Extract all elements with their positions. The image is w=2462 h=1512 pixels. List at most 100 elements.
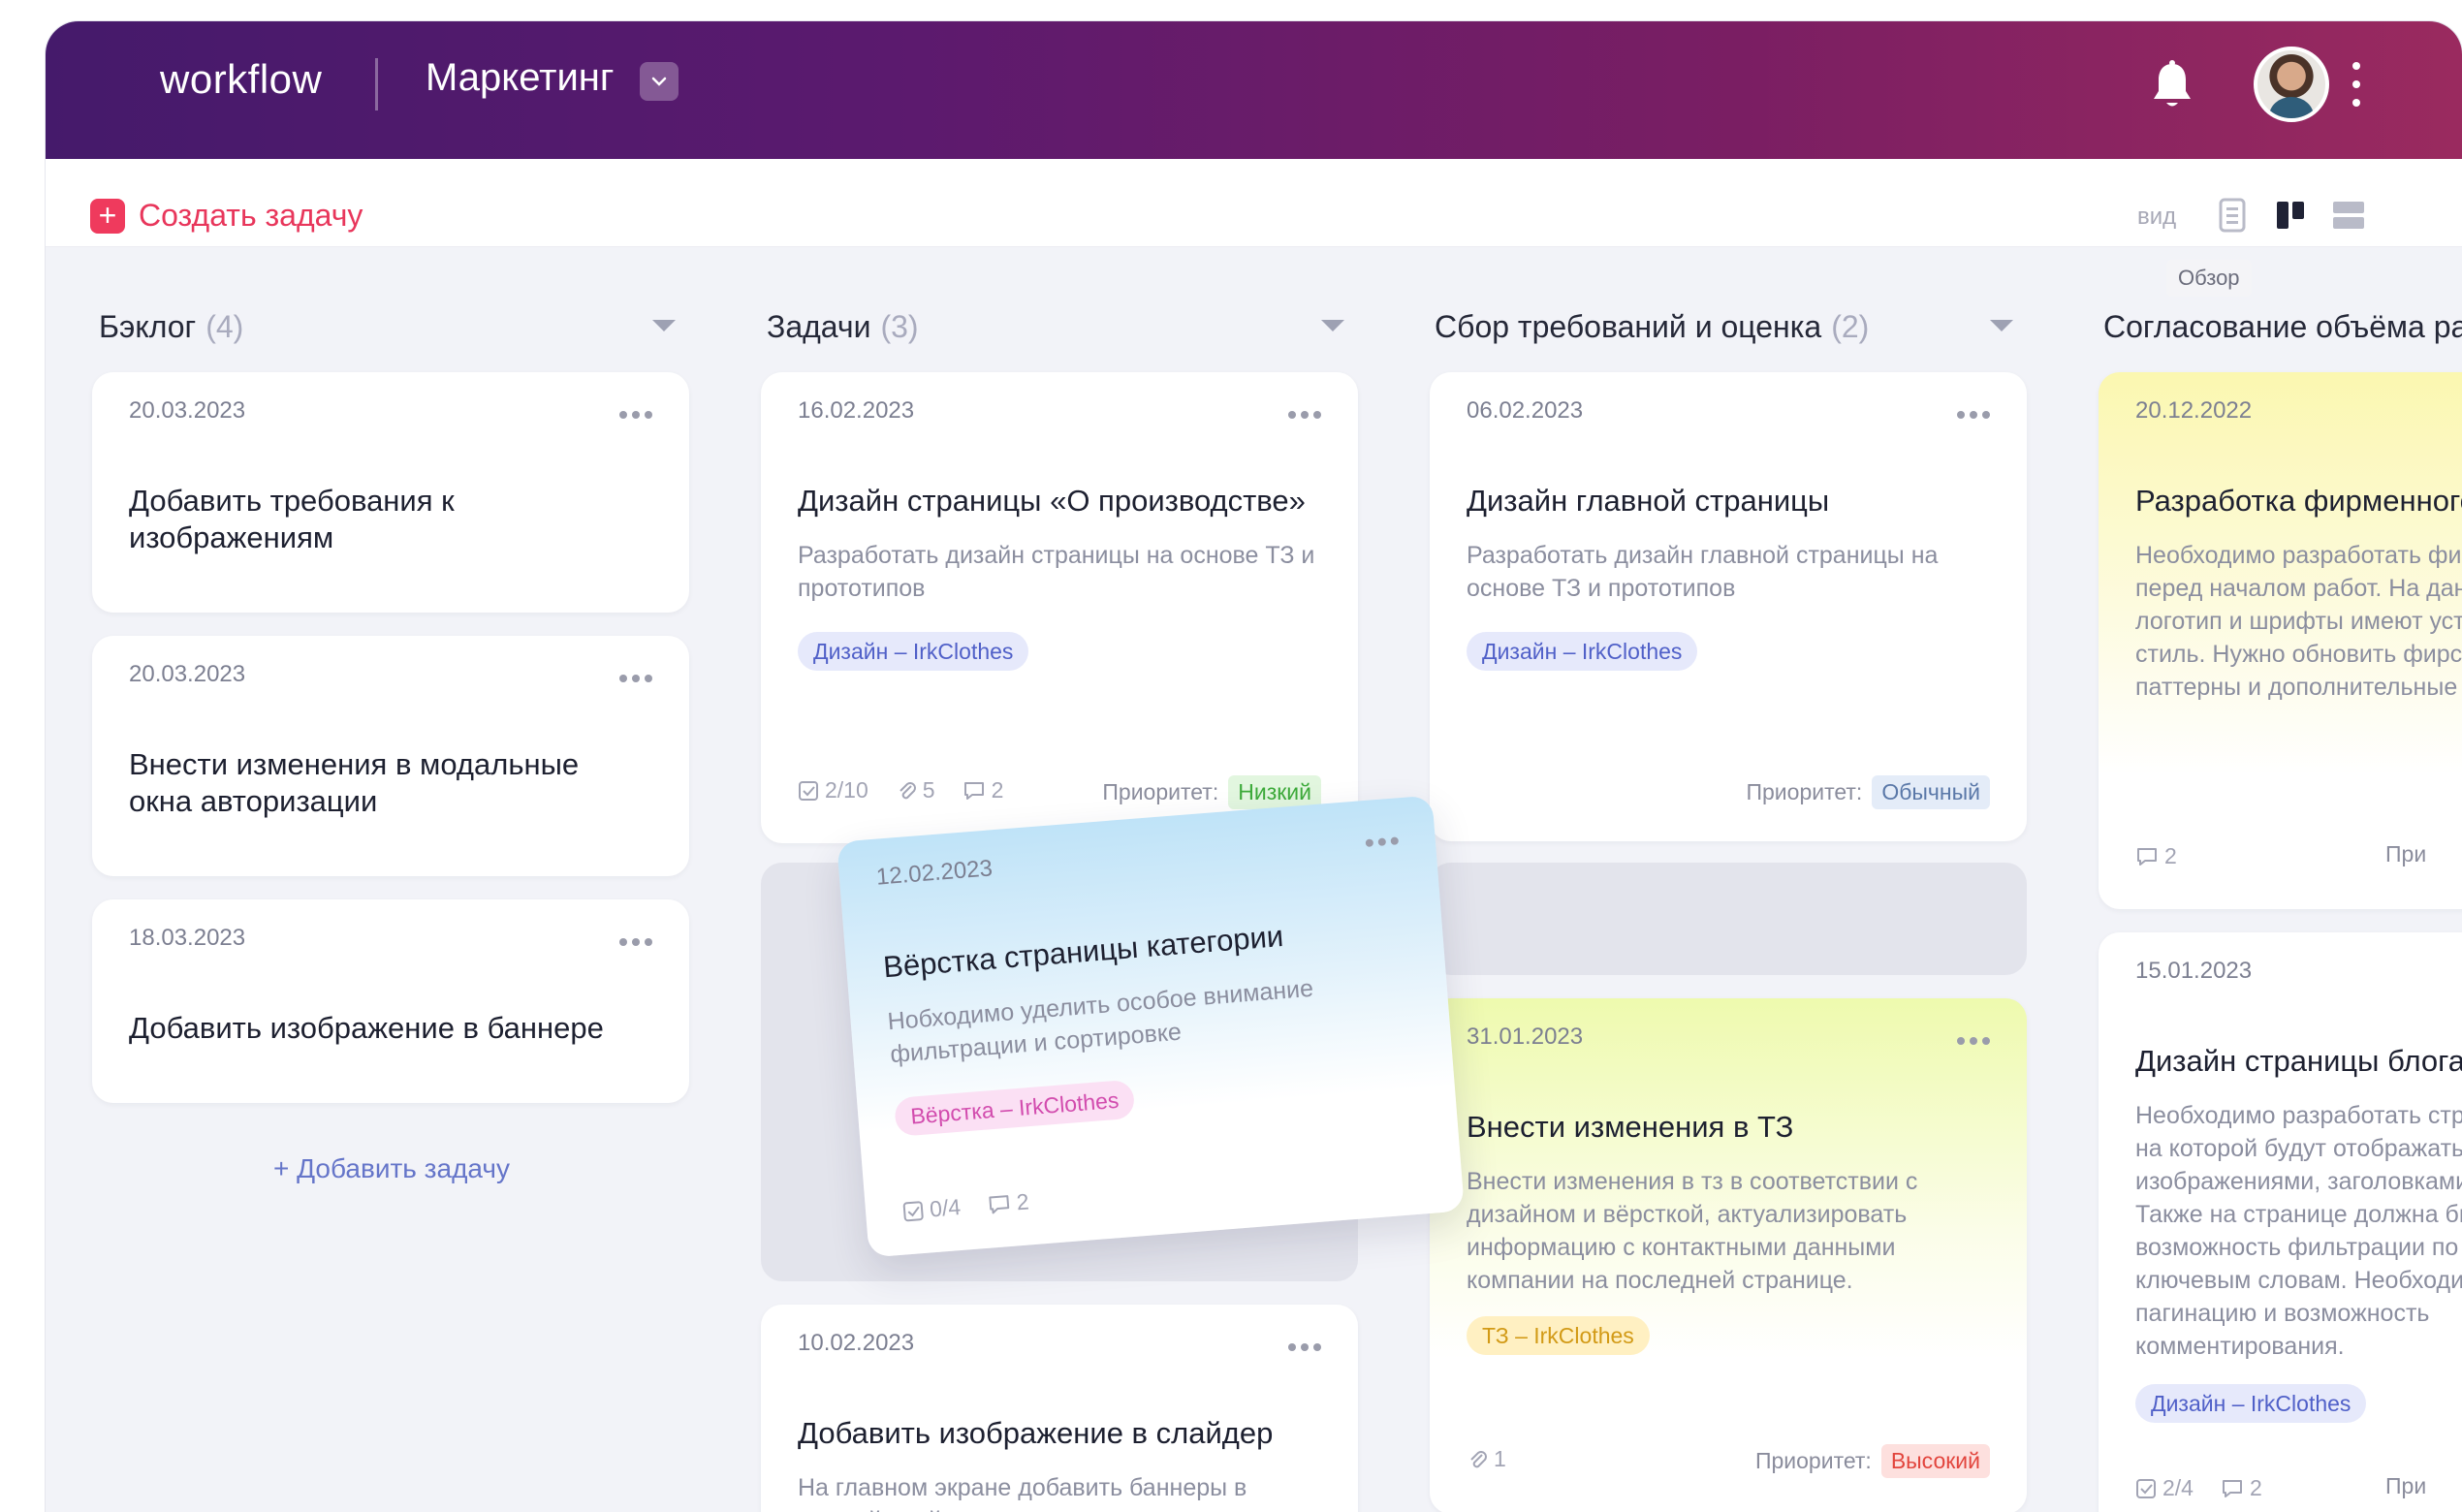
- more-options-icon[interactable]: [1957, 1037, 1990, 1045]
- comment-icon: [963, 781, 984, 800]
- priority-label: Приоритет:: [1754, 1448, 1872, 1473]
- list-view-icon[interactable]: [2213, 196, 2252, 235]
- card-description: Необходимо разработать фирменный стиль п…: [2135, 542, 2462, 701]
- view-label: вид: [2137, 204, 2177, 230]
- column-header-backlog[interactable]: Бэклог (4): [99, 302, 243, 351]
- task-card[interactable]: 15.01.2023 Дизайн страницы блога Необход…: [2099, 932, 2462, 1512]
- card-description: Разработать дизайн главной страницы на о…: [1467, 542, 1939, 602]
- card-title: Добавить изображение в слайдер: [798, 1416, 1274, 1450]
- comment-count: 2: [2164, 843, 2177, 868]
- plus-icon: +: [90, 198, 125, 234]
- priority: При: [2385, 841, 2426, 867]
- chevron-down-icon: [651, 77, 667, 86]
- more-options-icon[interactable]: [1288, 1343, 1321, 1351]
- card-stats: 2: [2135, 843, 2177, 869]
- card-title: Дизайн страницы блога: [2135, 1044, 2462, 1078]
- create-task-button[interactable]: + Создать задачу: [90, 198, 363, 234]
- card-date: 12.02.2023: [875, 855, 994, 891]
- card-tag[interactable]: Вёрстка – IrkClothes: [893, 1079, 1136, 1137]
- comment-stat: 2: [2135, 843, 2177, 869]
- comment-stat: 2: [2221, 1475, 2262, 1501]
- project-name[interactable]: Маркетинг: [426, 56, 614, 100]
- project-dropdown-button[interactable]: [640, 62, 679, 101]
- paperclip-icon: [1470, 1450, 1487, 1467]
- priority: Приоритет: Низкий: [1102, 775, 1321, 809]
- more-options-icon[interactable]: [1365, 836, 1400, 847]
- card-stats: 1: [1467, 1446, 1506, 1472]
- priority: Приоритет: Высокий: [1755, 1444, 1990, 1478]
- priority-badge: Высокий: [1880, 1444, 1990, 1478]
- comment-count: 2: [1015, 1188, 1030, 1215]
- column-title: Сбор требований и оценка: [1435, 308, 1822, 344]
- column-header-requirements[interactable]: Сбор требований и оценка (2): [1435, 302, 1869, 351]
- task-card[interactable]: 20.03.2023 Внести изменения в модальные …: [92, 636, 689, 876]
- more-options-icon[interactable]: [1957, 411, 1990, 419]
- task-card[interactable]: 18.03.2023 Добавить изображение в баннер…: [92, 899, 689, 1103]
- column-header-scope[interactable]: Согласование объёма работ: [2103, 302, 2462, 351]
- more-options-icon[interactable]: [1288, 411, 1321, 419]
- column-title: Задачи: [767, 308, 871, 344]
- card-description: Необходимо разработать страницу блога, н…: [2135, 1102, 2462, 1360]
- column-count: (2): [1831, 308, 1870, 344]
- comment-icon: [2222, 1479, 2242, 1497]
- more-options-icon[interactable]: [619, 938, 652, 946]
- card-stats: 0/4 2: [901, 1188, 1030, 1225]
- task-card[interactable]: 06.02.2023 Дизайн главной страницы Разра…: [1430, 372, 2027, 841]
- caret-down-icon[interactable]: [652, 320, 676, 331]
- card-description: На главном экране добавить баннеры в пер…: [798, 1474, 1247, 1512]
- paperclip-icon: [900, 781, 916, 799]
- checklist-stat: 0/4: [901, 1194, 962, 1225]
- attachment-stat: 1: [1467, 1446, 1506, 1472]
- more-options-icon[interactable]: [619, 675, 652, 682]
- comment-icon: [989, 1194, 1010, 1213]
- bell-icon[interactable]: [2149, 58, 2195, 112]
- attachment-stat: 5: [896, 777, 935, 803]
- attachment-count: 1: [1494, 1446, 1506, 1471]
- card-date: 31.01.2023: [1467, 1024, 1584, 1050]
- task-card[interactable]: 31.01.2023 Внести изменения в ТЗ Внести …: [1430, 998, 2027, 1512]
- card-tag[interactable]: ТЗ – IrkClothes: [1467, 1316, 1650, 1355]
- task-card[interactable]: 20.12.2022 Разработка фирменного стиля Н…: [2099, 372, 2462, 909]
- card-tag[interactable]: Дизайн – IrkClothes: [2135, 1384, 2367, 1423]
- header-divider: [375, 58, 378, 110]
- task-card[interactable]: 16.02.2023 Дизайн страницы «О производст…: [761, 372, 1358, 843]
- caret-down-icon[interactable]: [1990, 320, 2013, 331]
- checklist-icon: [799, 780, 818, 801]
- card-date: 06.02.2023: [1467, 397, 1584, 424]
- checklist-stat: 2/10: [798, 777, 868, 803]
- add-task-button[interactable]: + Добавить задачу: [273, 1153, 510, 1184]
- attachment-count: 5: [922, 777, 935, 803]
- rows-view-icon[interactable]: [2329, 196, 2368, 235]
- kebab-menu-icon[interactable]: [2351, 62, 2362, 107]
- priority-label: Приоритет:: [1102, 779, 1219, 804]
- priority-label: При: [2385, 1473, 2427, 1498]
- card-date: 10.02.2023: [798, 1330, 915, 1356]
- card-stats: 2/10 5 2: [798, 777, 1003, 803]
- avatar[interactable]: [2254, 47, 2329, 122]
- card-date: 20.03.2023: [129, 397, 246, 424]
- dragged-task-card[interactable]: 12.02.2023 Вёрстка страницы категории Но…: [836, 795, 1465, 1258]
- view-tooltip: Обзор: [2166, 260, 2252, 297]
- card-tag[interactable]: Дизайн – IrkClothes: [1467, 632, 1698, 671]
- column-title: Бэклог: [99, 308, 197, 344]
- task-card[interactable]: 10.02.2023 Добавить изображение в слайде…: [761, 1305, 1358, 1512]
- toolbar: + Создать задачу вид Обзор: [46, 159, 2462, 297]
- more-options-icon[interactable]: [619, 411, 652, 419]
- card-description: Внести изменения в тз в соответствии с д…: [1467, 1168, 1918, 1294]
- priority: Приоритет: Обычный: [1746, 775, 1990, 809]
- checklist-stat: 2/4: [2135, 1475, 2194, 1501]
- column-count: (3): [880, 308, 919, 344]
- card-date: 18.03.2023: [129, 925, 246, 951]
- priority: При: [2385, 1473, 2426, 1499]
- column-count: (4): [205, 308, 244, 344]
- column-header-tasks[interactable]: Задачи (3): [767, 302, 919, 351]
- task-card[interactable]: 20.03.2023 Добавить требования к изображ…: [92, 372, 689, 613]
- card-date: 15.01.2023: [2135, 958, 2253, 984]
- card-title: Добавить изображение в баннере: [129, 1011, 604, 1045]
- card-tag[interactable]: Дизайн – IrkClothes: [798, 632, 1029, 671]
- board-view-icon[interactable]: [2271, 196, 2310, 235]
- checklist-icon: [2136, 1478, 2156, 1498]
- caret-down-icon[interactable]: [1321, 320, 1344, 331]
- brand-logo[interactable]: workflow: [160, 56, 322, 103]
- priority-badge: Обычный: [1872, 775, 1990, 809]
